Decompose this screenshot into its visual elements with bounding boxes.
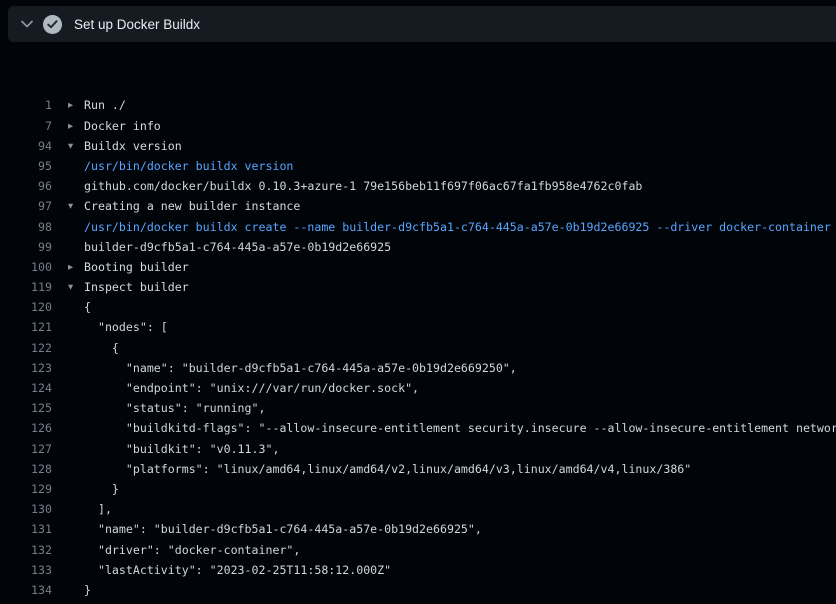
line-number[interactable]: 1: [0, 95, 52, 115]
log-line: 7 ▶Docker info: [0, 116, 836, 136]
log-line: 123 "name": "builder-d9cfb5a1-c764-445a-…: [0, 358, 836, 378]
output-text: "lastActivity": "2023-02-25T11:58:12.000…: [68, 560, 391, 580]
step-title: Set up Docker Buildx: [74, 17, 200, 32]
command-text: /usr/bin/docker buildx create --name bui…: [68, 217, 831, 237]
output-text: "endpoint": "unix:///var/run/docker.sock…: [68, 378, 419, 398]
output-text: }: [68, 479, 119, 499]
chevron-down-icon[interactable]: [20, 17, 34, 31]
output-text: "platforms": "linux/amd64,linux/amd64/v2…: [68, 459, 691, 479]
output-text: "driver": "docker-container",: [68, 540, 300, 560]
log-group-header[interactable]: ▶Booting builder: [68, 257, 189, 277]
line-number[interactable]: 131: [0, 519, 52, 539]
line-number[interactable]: 96: [0, 176, 52, 196]
log-line: 128 "platforms": "linux/amd64,linux/amd6…: [0, 459, 836, 479]
collapse-triangle-icon[interactable]: ▼: [68, 601, 84, 604]
log-line: 134}: [0, 580, 836, 600]
line-number[interactable]: 129: [0, 479, 52, 499]
line-number[interactable]: 130: [0, 499, 52, 519]
log-line: 98/usr/bin/docker buildx create --name b…: [0, 217, 836, 237]
log-line: 129 }: [0, 479, 836, 499]
line-number[interactable]: 95: [0, 156, 52, 176]
log-line: 94 ▼Buildx version: [0, 136, 836, 156]
log-viewer: Set up Docker Buildx 1▶Run ./7▶Docker in…: [0, 0, 836, 604]
log-line: 1 ▶Run ./: [0, 95, 836, 115]
log-line: 95/usr/bin/docker buildx version: [0, 156, 836, 176]
line-number[interactable]: 125: [0, 398, 52, 418]
collapse-triangle-icon[interactable]: ▼: [68, 278, 84, 298]
log-line: 131 "name": "builder-d9cfb5a1-c764-445a-…: [0, 519, 836, 539]
log-group-header[interactable]: ▼Inspect builder: [68, 277, 189, 297]
log-line: 127 "buildkit": "v0.11.3",: [0, 439, 836, 459]
output-text: builder-d9cfb5a1-c764-445a-a57e-0b19d2e6…: [68, 237, 391, 257]
line-number[interactable]: 120: [0, 297, 52, 317]
log-line: 126 "buildkitd-flags": "--allow-insecure…: [0, 418, 836, 438]
command-text: /usr/bin/docker buildx version: [68, 156, 293, 176]
line-number[interactable]: 100: [0, 257, 52, 277]
line-number[interactable]: 119: [0, 277, 52, 297]
log-line: 124 "endpoint": "unix:///var/run/docker.…: [0, 378, 836, 398]
log-line: 96 github.com/docker/buildx 0.10.3+azure-…: [0, 176, 836, 196]
log-line: 130 ],: [0, 499, 836, 519]
expand-triangle-icon[interactable]: ▶: [68, 96, 84, 116]
output-text: {: [68, 297, 91, 317]
log-line: 97 ▼Creating a new builder instance: [0, 196, 836, 216]
line-number[interactable]: 122: [0, 338, 52, 358]
group-title[interactable]: Run ./: [84, 98, 126, 112]
log-group-header[interactable]: ▶Run ./: [68, 95, 126, 115]
line-number[interactable]: 127: [0, 439, 52, 459]
step-header[interactable]: Set up Docker Buildx: [8, 6, 836, 42]
log-line: 133 "lastActivity": "2023-02-25T11:58:12…: [0, 560, 836, 580]
log-group-header[interactable]: ▼Buildx version: [68, 136, 182, 156]
log-line: 122 {: [0, 338, 836, 358]
output-text: "buildkit": "v0.11.3",: [68, 439, 279, 459]
line-number[interactable]: 134: [0, 580, 52, 600]
log-line: 100 ▶Booting builder: [0, 257, 836, 277]
output-text: }: [68, 580, 91, 600]
check-circle-icon: [43, 15, 62, 34]
line-number[interactable]: 132: [0, 540, 52, 560]
group-title[interactable]: Inspect builder: [84, 280, 189, 294]
log-line: 119 ▼Inspect builder: [0, 277, 836, 297]
log-line: 99 builder-d9cfb5a1-c764-445a-a57e-0b19d2…: [0, 237, 836, 257]
line-number[interactable]: 128: [0, 459, 52, 479]
log-group-header[interactable]: ▼Creating a new builder instance: [68, 196, 300, 216]
log-line: 125 "status": "running",: [0, 398, 836, 418]
line-number[interactable]: 124: [0, 378, 52, 398]
log-line: 132 "driver": "docker-container",: [0, 540, 836, 560]
line-number[interactable]: 135: [0, 600, 52, 604]
group-title[interactable]: Buildx version: [84, 139, 182, 153]
group-title[interactable]: Booting builder: [84, 260, 189, 274]
collapse-triangle-icon[interactable]: ▼: [68, 136, 84, 156]
line-number[interactable]: 99: [0, 237, 52, 257]
output-text: "nodes": [: [68, 317, 168, 337]
line-number[interactable]: 121: [0, 317, 52, 337]
group-title[interactable]: Creating a new builder instance: [84, 199, 300, 213]
collapse-triangle-icon[interactable]: ▼: [68, 197, 84, 217]
log-group-header[interactable]: ▼BuildKit version: [68, 600, 196, 604]
expand-triangle-icon[interactable]: ▶: [68, 116, 84, 136]
log-container: 1▶Run ./7▶Docker info94▼Buildx version95…: [0, 55, 836, 604]
log-group-header[interactable]: ▶Docker info: [68, 116, 161, 136]
output-text: "buildkitd-flags": "--allow-insecure-ent…: [68, 418, 836, 438]
log-line: 135 ▼BuildKit version: [0, 600, 836, 604]
line-number[interactable]: 98: [0, 217, 52, 237]
output-text: {: [68, 338, 119, 358]
output-text: "status": "running",: [68, 398, 265, 418]
line-number[interactable]: 133: [0, 560, 52, 580]
line-number[interactable]: 97: [0, 196, 52, 216]
log-line: 121 "nodes": [: [0, 317, 836, 337]
line-number[interactable]: 94: [0, 136, 52, 156]
group-title[interactable]: Docker info: [84, 119, 161, 133]
line-number[interactable]: 126: [0, 418, 52, 438]
expand-triangle-icon[interactable]: ▶: [68, 257, 84, 277]
line-number[interactable]: 123: [0, 358, 52, 378]
output-text: github.com/docker/buildx 0.10.3+azure-1 …: [68, 176, 642, 196]
log-lines: 1▶Run ./7▶Docker info94▼Buildx version95…: [0, 95, 836, 604]
output-text: "name": "builder-d9cfb5a1-c764-445a-a57e…: [68, 358, 517, 378]
line-number[interactable]: 7: [0, 116, 52, 136]
output-text: ],: [68, 499, 112, 519]
output-text: "name": "builder-d9cfb5a1-c764-445a-a57e…: [68, 519, 482, 539]
log-line: 120 {: [0, 297, 836, 317]
